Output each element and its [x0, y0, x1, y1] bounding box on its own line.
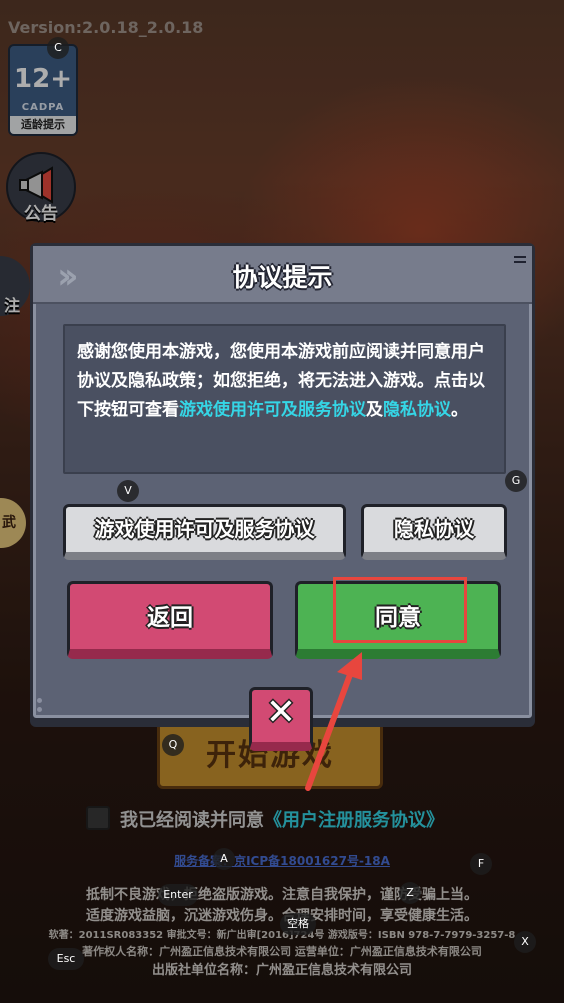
terms-of-service-label: 游戏使用许可及服务协议: [94, 517, 315, 541]
key-hint-g: G: [505, 470, 527, 492]
privacy-policy-label: 隐私协议: [394, 517, 474, 541]
back-label: 返回: [147, 605, 193, 631]
key-hint-q: Q: [162, 734, 184, 756]
key-hint-enter: Enter: [158, 884, 198, 906]
back-button[interactable]: 返回: [67, 581, 273, 659]
agree-highlight-box: [333, 577, 467, 643]
key-hint-c: C: [47, 37, 69, 59]
key-hint-esc: Esc: [48, 948, 84, 970]
key-hint-f: F: [470, 853, 492, 875]
key-hint-z: Z: [399, 882, 421, 904]
dialog-header: ›› 协议提示: [33, 246, 532, 304]
close-icon: ✕: [265, 692, 297, 733]
privacy-policy-button[interactable]: 隐私协议: [361, 504, 507, 560]
key-hint-v: V: [117, 480, 139, 502]
key-hint-x: X: [514, 931, 536, 953]
privacy-inline-link[interactable]: 隐私协议: [383, 400, 451, 420]
key-hint-space: 空格: [280, 913, 316, 935]
key-hint-a: A: [213, 848, 235, 870]
terms-of-service-button[interactable]: 游戏使用许可及服务协议: [63, 504, 346, 560]
dialog-title: 协议提示: [232, 263, 333, 292]
agreement-dialog: ›› 协议提示 感谢您使用本游戏，您使用本游戏前应阅读并同意用户协议及隐私政策；…: [30, 243, 535, 721]
close-dialog-button[interactable]: ✕: [249, 687, 313, 751]
terms-inline-link[interactable]: 游戏使用许可及服务协议: [179, 400, 366, 420]
agreement-text-box: 感谢您使用本游戏，您使用本游戏前应阅读并同意用户协议及隐私政策；如您拒绝，将无法…: [63, 324, 506, 474]
menu-icon: [514, 256, 526, 266]
dots-decoration: [37, 694, 42, 712]
agreement-text: 感谢您使用本游戏，您使用本游戏前应阅读并同意用户协议及隐私政策；如您拒绝，将无法…: [77, 342, 485, 420]
